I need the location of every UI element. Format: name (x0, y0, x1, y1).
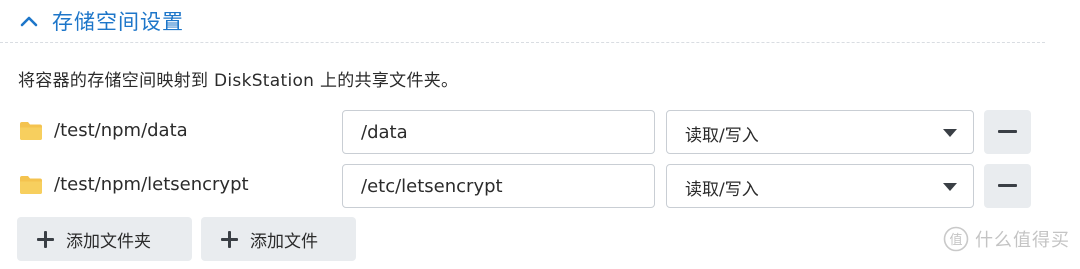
permission-value: 读取/写入 (685, 126, 759, 146)
section-divider (0, 42, 1045, 43)
add-folder-button[interactable]: 添加文件夹 (17, 217, 192, 261)
folder-path: /test/npm/data (54, 120, 188, 141)
plus-icon (221, 230, 238, 248)
add-file-button[interactable]: 添加文件 (201, 217, 356, 261)
chevron-up-icon[interactable] (18, 10, 40, 32)
permission-select[interactable]: 读取/写入 (666, 164, 974, 208)
watermark-text: 什么值得买 (975, 230, 1070, 251)
watermark: 值 什么值得买 (943, 226, 1070, 252)
add-folder-label: 添加文件夹 (66, 231, 151, 252)
section-header-toggle[interactable]: 存储空间设置 (18, 4, 184, 38)
caret-down-icon (943, 129, 957, 137)
folder-icon (20, 176, 42, 194)
volume-mapping-row: /test/npm/letsencrypt 读取/写入 (0, 164, 1045, 208)
add-file-label: 添加文件 (250, 231, 318, 252)
permission-value: 读取/写入 (685, 180, 759, 200)
remove-mapping-button[interactable] (984, 110, 1031, 154)
minus-icon (998, 130, 1017, 133)
section-description: 将容器的存储空间映射到 DiskStation 上的共享文件夹。 (18, 71, 459, 91)
volume-mapping-row: /test/npm/data 读取/写入 (0, 110, 1045, 154)
caret-down-icon (943, 183, 957, 191)
minus-icon (998, 184, 1017, 187)
plus-icon (37, 230, 54, 248)
watermark-logo-text: 值 (949, 232, 962, 248)
storage-settings-panel: 存储空间设置 将容器的存储空间映射到 DiskStation 上的共享文件夹。 … (0, 0, 1080, 269)
section-title: 存储空间设置 (52, 10, 184, 34)
folder-icon (20, 122, 42, 140)
remove-mapping-button[interactable] (984, 164, 1031, 208)
permission-select[interactable]: 读取/写入 (666, 110, 974, 154)
mount-path-input[interactable] (342, 164, 655, 208)
watermark-logo-icon: 值 (943, 226, 969, 252)
folder-path: /test/npm/letsencrypt (54, 174, 249, 195)
mount-path-input[interactable] (342, 110, 655, 154)
